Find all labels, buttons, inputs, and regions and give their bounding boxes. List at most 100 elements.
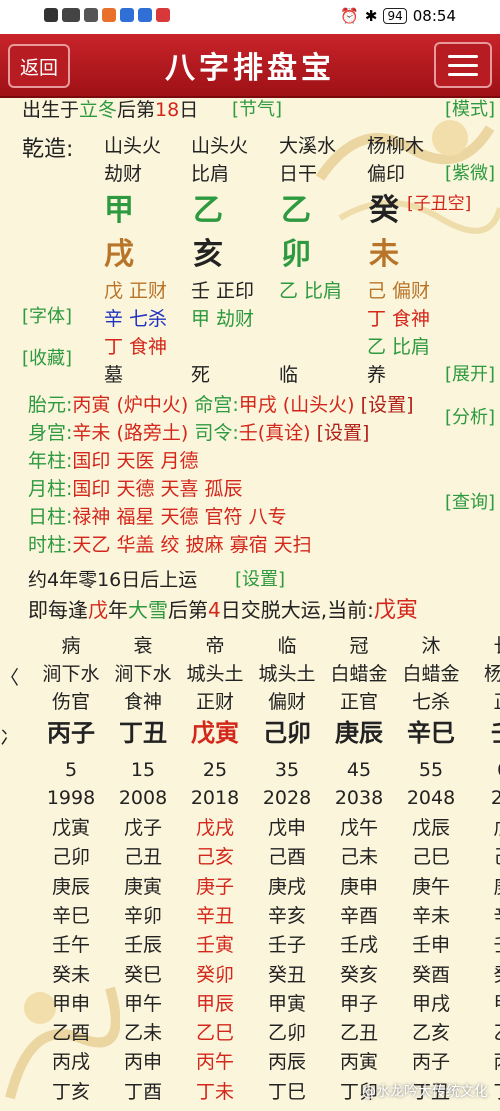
liunian-item[interactable]: 甲寅 <box>250 992 324 1016</box>
liunian-item[interactable]: 戊辰 <box>394 816 468 840</box>
liunian-item[interactable]: 戊寅 <box>34 816 108 840</box>
luck-ganzhi: 辛巳 <box>407 719 455 747</box>
liunian-item[interactable]: 己亥 <box>178 845 252 869</box>
liunian-item[interactable]: 丙午 <box>178 1050 252 1074</box>
liunian-item[interactable]: 甲午 <box>106 992 180 1016</box>
luck-age: 35 <box>274 759 300 781</box>
liunian-item[interactable]: 乙卯 <box>250 1021 324 1045</box>
liunian-item[interactable]: 戊午 <box>322 816 396 840</box>
liunian-item[interactable]: 丙子 <box>394 1050 468 1074</box>
state-0: 墓 <box>104 364 124 386</box>
favorite-link[interactable]: [收藏] <box>22 347 72 371</box>
liunian-item[interactable]: 乙未 <box>106 1021 180 1045</box>
back-button[interactable]: 返回 <box>8 44 70 88</box>
liunian-item[interactable]: 辛卯 <box>106 904 180 928</box>
liunian-item[interactable]: 丙戌 <box>34 1050 108 1074</box>
luck-settings-link[interactable]: [设置] <box>235 568 285 592</box>
settings-link[interactable]: [设置] <box>317 422 370 444</box>
liunian-item[interactable]: 癸丑 <box>250 963 324 987</box>
luck-state: 沐 <box>421 635 441 657</box>
liunian-item[interactable]: 癸未 <box>34 963 108 987</box>
liunian-item[interactable]: 甲 <box>466 992 500 1016</box>
liunian-item[interactable]: 壬寅 <box>178 933 252 957</box>
liunian-item[interactable]: 丙辰 <box>250 1050 324 1074</box>
font-link[interactable]: [字体] <box>22 305 72 329</box>
nayin-2: 大溪水 <box>279 135 337 157</box>
liunian-item[interactable]: 丁亥 <box>34 1080 108 1104</box>
hidden-2-0: 乙 比肩 <box>279 280 343 302</box>
liunian-item[interactable]: 己丑 <box>106 845 180 869</box>
liunian-item[interactable]: 辛巳 <box>34 904 108 928</box>
liunian-item[interactable]: 壬戌 <box>322 933 396 957</box>
hidden-0-1: 辛 七杀 <box>104 308 168 330</box>
gender-label: 乾造: <box>22 137 74 162</box>
liunian-item[interactable]: 丁未 <box>178 1080 252 1104</box>
liunian-item[interactable]: 庚午 <box>394 875 468 899</box>
liunian-item[interactable]: 丁酉 <box>106 1080 180 1104</box>
liunian-item[interactable]: 乙 <box>466 1021 500 1045</box>
liunian-item[interactable]: 乙亥 <box>394 1021 468 1045</box>
hour-shensha: 时柱:天乙 华盖 绞 披麻 寡宿 天扫 <box>28 534 312 556</box>
hd-icon <box>44 8 58 22</box>
stem-day: 乙 <box>281 193 311 228</box>
year-shensha: 年柱:国印 天医 月德 <box>28 450 199 472</box>
liunian-item[interactable]: 壬申 <box>394 933 468 957</box>
liunian-item[interactable]: 甲申 <box>34 992 108 1016</box>
liunian-item[interactable]: 癸巳 <box>106 963 180 987</box>
liunian-item[interactable]: 壬 <box>466 933 500 957</box>
liunian-item[interactable]: 己 <box>466 845 500 869</box>
liunian-item[interactable]: 乙酉 <box>34 1021 108 1045</box>
liunian-item[interactable]: 癸 <box>466 963 500 987</box>
liunian-item[interactable]: 丙 <box>466 1050 500 1074</box>
bluetooth-icon: ✱ <box>364 7 378 25</box>
liunian-item[interactable]: 己未 <box>322 845 396 869</box>
liunian-item[interactable]: 甲戌 <box>394 992 468 1016</box>
expand-link[interactable]: [展开] <box>445 363 495 387</box>
luck-ganzhi: 戊寅 <box>191 719 239 747</box>
liunian-item[interactable]: 丙申 <box>106 1050 180 1074</box>
partial-left-col: 冫 <box>0 727 20 749</box>
luck-start-year: 2018 <box>190 787 240 809</box>
menu-button[interactable] <box>434 42 492 88</box>
liunian-item[interactable]: 乙巳 <box>178 1021 252 1045</box>
settings-link[interactable]: [设置] <box>361 394 414 416</box>
liunian-item[interactable]: 辛丑 <box>178 904 252 928</box>
liunian-item[interactable]: 己卯 <box>34 845 108 869</box>
luck-age: 25 <box>202 759 228 781</box>
liunian-item[interactable]: 庚 <box>466 875 500 899</box>
liunian-item[interactable]: 庚申 <box>322 875 396 899</box>
liunian-item[interactable]: 壬子 <box>250 933 324 957</box>
liunian-item[interactable]: 辛亥 <box>250 904 324 928</box>
mode-link[interactable]: [模式] <box>445 98 495 122</box>
liunian-item[interactable]: 戊戌 <box>178 816 252 840</box>
liunian-item[interactable]: 壬午 <box>34 933 108 957</box>
luck-nayin: 涧下水 <box>42 663 100 685</box>
liunian-item[interactable]: 庚辰 <box>34 875 108 899</box>
liunian-item[interactable]: 癸亥 <box>322 963 396 987</box>
liunian-item[interactable]: 辛未 <box>394 904 468 928</box>
luck-nayin: 白蜡金 <box>330 663 388 685</box>
liunian-item[interactable]: 戊 <box>466 816 500 840</box>
solar-term-link[interactable]: [节气] <box>232 98 282 122</box>
ziwei-link[interactable]: [紫微] <box>445 162 495 186</box>
liunian-item[interactable]: 辛酉 <box>322 904 396 928</box>
liunian-item[interactable]: 甲辰 <box>178 992 252 1016</box>
query-link[interactable]: [查询] <box>445 491 495 515</box>
liunian-item[interactable]: 戊申 <box>250 816 324 840</box>
liunian-item[interactable]: 戊子 <box>106 816 180 840</box>
liunian-item[interactable]: 丁巳 <box>250 1080 324 1104</box>
liunian-item[interactable]: 癸卯 <box>178 963 252 987</box>
liunian-item[interactable]: 甲子 <box>322 992 396 1016</box>
liunian-item[interactable]: 己巳 <box>394 845 468 869</box>
liunian-item[interactable]: 丙寅 <box>322 1050 396 1074</box>
liunian-item[interactable]: 庚戌 <box>250 875 324 899</box>
liunian-item[interactable]: 乙丑 <box>322 1021 396 1045</box>
liunian-item[interactable]: 庚子 <box>178 875 252 899</box>
liunian-item[interactable]: 庚寅 <box>106 875 180 899</box>
analyze-link[interactable]: [分析] <box>445 406 495 430</box>
luck-age: 5 <box>64 759 78 781</box>
liunian-item[interactable]: 癸酉 <box>394 963 468 987</box>
liunian-item[interactable]: 辛 <box>466 904 500 928</box>
liunian-item[interactable]: 壬辰 <box>106 933 180 957</box>
liunian-item[interactable]: 己酉 <box>250 845 324 869</box>
